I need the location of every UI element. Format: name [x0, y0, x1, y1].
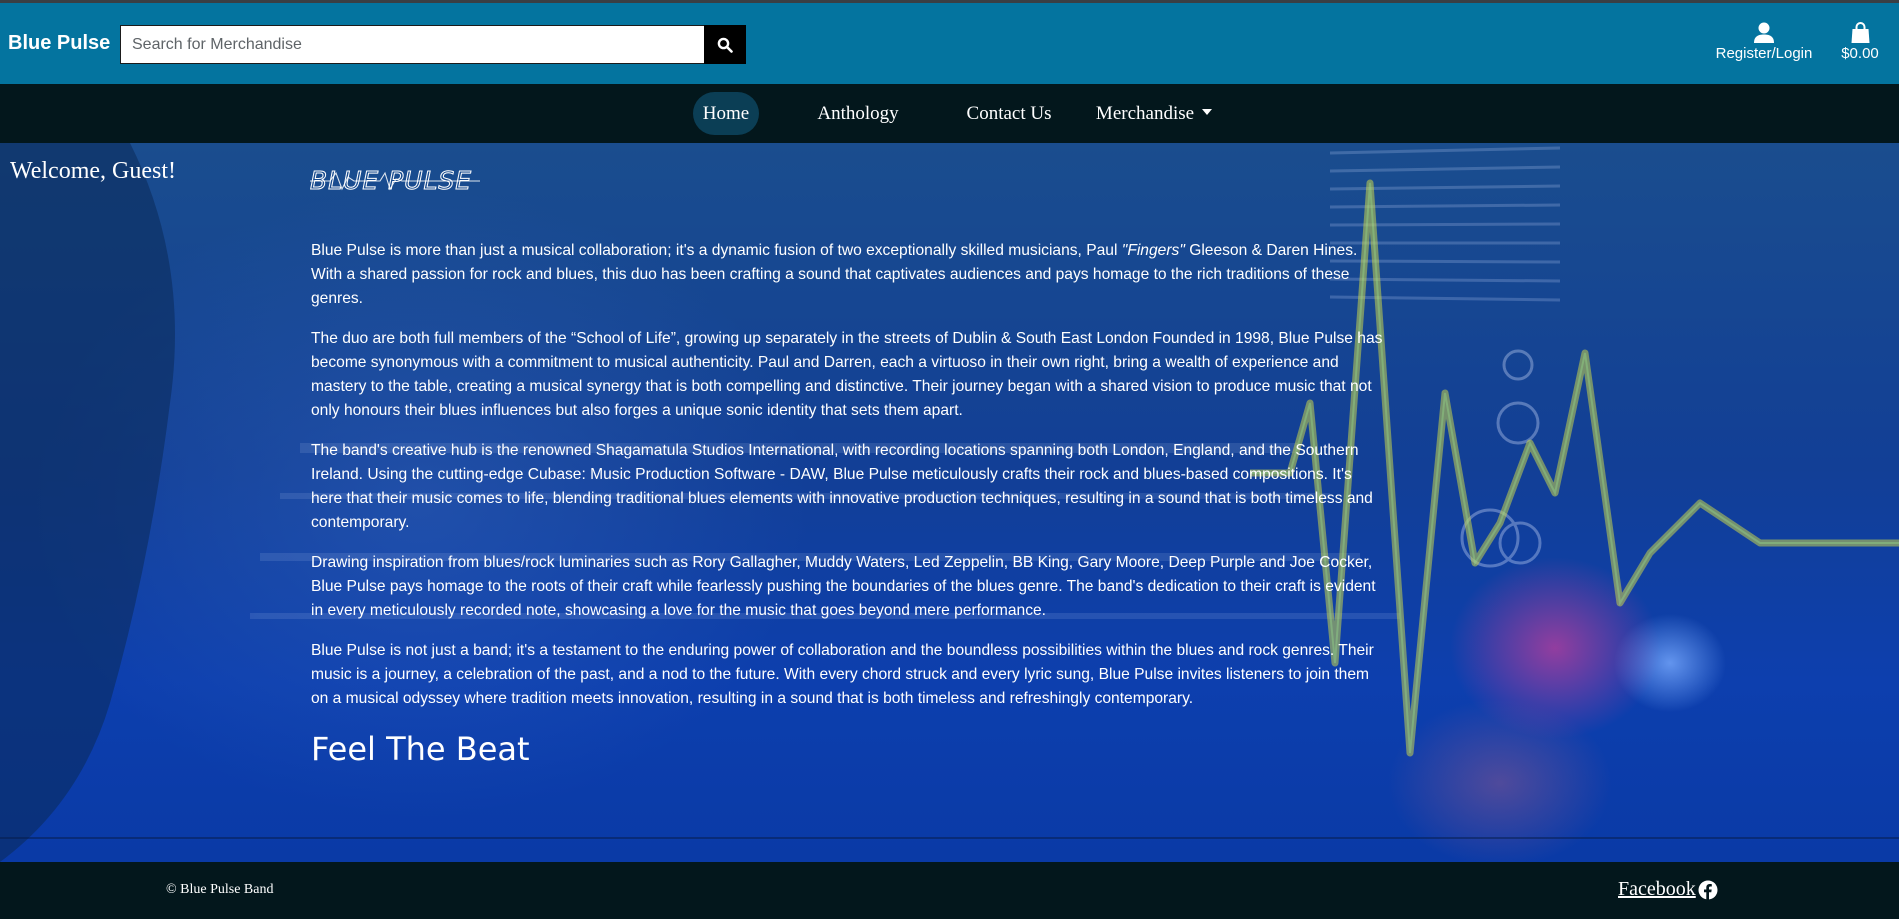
- site-header: Blue Pulse Register/Login $0.00: [0, 3, 1899, 84]
- search-button[interactable]: [704, 25, 746, 64]
- register-login-link[interactable]: Register/Login: [1712, 22, 1816, 62]
- facebook-link[interactable]: Facebook: [1618, 878, 1718, 901]
- caret-down-icon: [1202, 109, 1213, 115]
- cart-total: $0.00: [1841, 45, 1879, 62]
- about-paragraph-1: Blue Pulse is more than just a musical c…: [311, 239, 1386, 311]
- nav-contact-us[interactable]: Contact Us: [960, 92, 1058, 135]
- copyright-text: © Blue Pulse Band: [166, 882, 274, 897]
- nav-anthology[interactable]: Anthology: [812, 92, 904, 135]
- main-nav: Home Anthology Contact Us Merchandise: [0, 84, 1899, 143]
- brand-logo-text[interactable]: Blue Pulse: [8, 32, 110, 55]
- about-paragraph-5: Blue Pulse is not just a band; it's a te…: [311, 642, 1374, 707]
- tagline-heading: Feel The Beat: [311, 730, 530, 768]
- welcome-message: Welcome, Guest!: [10, 158, 177, 184]
- search-form: [120, 25, 746, 64]
- nav-merchandise-dropdown[interactable]: Merchandise: [1089, 92, 1219, 135]
- search-icon: [717, 37, 733, 53]
- nav-merchandise-label: Merchandise: [1095, 103, 1195, 124]
- about-paragraph-2: The duo are both full members of the “Sc…: [311, 330, 1383, 419]
- about-content: Blue Pulse is more than just a musical c…: [311, 239, 1386, 727]
- register-login-label: Register/Login: [1715, 45, 1813, 62]
- hero-section: Welcome, Guest! BLUE PULSE Blue Pulse is…: [0, 143, 1899, 862]
- nav-home[interactable]: Home: [693, 92, 759, 135]
- about-paragraph-4: Drawing inspiration from blues/rock lumi…: [311, 554, 1376, 619]
- search-input[interactable]: [120, 25, 704, 64]
- user-icon: [1754, 22, 1774, 43]
- site-footer: © Blue Pulse Band Facebook: [0, 862, 1899, 919]
- shopping-bag-icon: [1851, 22, 1869, 43]
- cart-link[interactable]: $0.00: [1836, 22, 1884, 62]
- paragraph-1-text-start: Blue Pulse is more than just a musical c…: [311, 242, 1122, 259]
- blue-pulse-logo: BLUE PULSE: [310, 166, 480, 196]
- nickname-emphasis: "Fingers": [1121, 242, 1185, 259]
- about-paragraph-3: The band's creative hub is the renowned …: [311, 442, 1373, 531]
- facebook-label: Facebook: [1618, 878, 1696, 900]
- facebook-icon: [1698, 880, 1718, 900]
